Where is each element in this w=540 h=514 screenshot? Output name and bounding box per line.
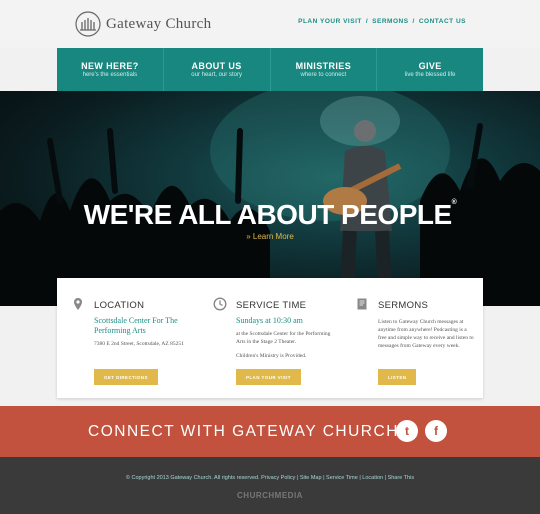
listen-button[interactable]: LISTEN	[378, 369, 417, 385]
book-icon	[357, 298, 367, 310]
plan-visit-link[interactable]: PLAN YOUR VISIT	[298, 18, 362, 25]
hero-title-text: WE'RE ALL ABOUT PEOPLE	[83, 199, 452, 230]
clock-icon	[213, 297, 227, 311]
location-venue-link[interactable]: Scottsdale Center For The Performing Art…	[94, 316, 190, 336]
children-ministry-text: Children's Ministry is Provided.	[236, 353, 307, 359]
map-pin-icon	[74, 298, 82, 310]
service-time: Sundays at 10:30 am	[236, 316, 303, 325]
nav-title: NEW HERE?	[81, 61, 139, 71]
logo[interactable]: Gateway Church	[74, 10, 211, 38]
hero-banner: WE'RE ALL ABOUT PEOPLE® » Learn More	[0, 91, 540, 306]
nav-item-new-here[interactable]: NEW HERE? here's the essentials	[57, 48, 164, 91]
top-links: PLAN YOUR VISIT / SERMONS / CONTACT US	[298, 18, 466, 25]
location-title: LOCATION	[94, 300, 145, 311]
learn-more-link[interactable]: » Learn More	[0, 232, 540, 241]
footer: © Copyright 2013 Gateway Church. All rig…	[0, 457, 540, 514]
church-logo-icon	[75, 11, 101, 37]
nav-subtitle: where to connect	[300, 72, 347, 78]
nav-subtitle: here's the essentials	[82, 72, 138, 78]
connect-banner: CONNECT WITH GATEWAY CHURCH t f	[0, 406, 540, 457]
header: Gateway Church PLAN YOUR VISIT / SERMONS…	[0, 0, 540, 48]
service-details: at the Scottsdale Center for the Perform…	[236, 331, 331, 345]
plan-visit-button[interactable]: PLAN YOUR VISIT	[236, 369, 301, 385]
service-card: SERVICE TIME Sundays at 10:30 am at the …	[199, 278, 341, 398]
nav-item-give[interactable]: GIVE live the blessed life	[377, 48, 483, 91]
location-card: LOCATION Scottsdale Center For The Perfo…	[57, 278, 199, 398]
facebook-glyph: f	[434, 424, 438, 438]
churchmedia-logo[interactable]: CHURCHMEDIA	[0, 491, 540, 500]
facebook-icon[interactable]: f	[425, 420, 447, 442]
nav-title: ABOUT US	[191, 61, 242, 71]
main-nav: NEW HERE? here's the essentials ABOUT US…	[57, 48, 483, 91]
copyright-links[interactable]: © Copyright 2013 Gateway Church. All rig…	[0, 475, 540, 481]
separator: /	[412, 18, 415, 25]
nav-item-about-us[interactable]: ABOUT US our heart, our story	[164, 48, 271, 91]
service-title: SERVICE TIME	[236, 300, 307, 311]
nav-subtitle: our heart, our story	[191, 72, 242, 78]
sermons-description: Listen to Gateway Church messages at any…	[378, 319, 474, 349]
connect-heading: CONNECT WITH GATEWAY CHURCH	[88, 423, 399, 440]
nav-title: MINISTRIES	[295, 61, 352, 71]
nav-title: GIVE	[418, 61, 442, 71]
sermons-title: SERMONS	[378, 300, 429, 311]
logo-text: Gateway Church	[106, 15, 212, 32]
info-cards: LOCATION Scottsdale Center For The Perfo…	[57, 278, 483, 398]
get-directions-button[interactable]: GET DIRECTIONS	[94, 369, 158, 385]
twitter-glyph: t	[405, 424, 409, 438]
hero-title: WE'RE ALL ABOUT PEOPLE®	[0, 199, 540, 231]
nav-item-ministries[interactable]: MINISTRIES where to connect	[271, 48, 378, 91]
sermons-link[interactable]: SERMONS	[372, 18, 408, 25]
separator: /	[365, 18, 369, 25]
location-address: 7380 E 2nd Street, Scottsdale, AZ 85251	[94, 341, 184, 347]
sermons-card: SERMONS Listen to Gateway Church message…	[341, 278, 483, 398]
contact-link[interactable]: CONTACT US	[419, 18, 466, 25]
nav-subtitle: live the blessed life	[404, 72, 456, 78]
twitter-icon[interactable]: t	[396, 420, 418, 442]
trademark: ®	[451, 199, 457, 206]
